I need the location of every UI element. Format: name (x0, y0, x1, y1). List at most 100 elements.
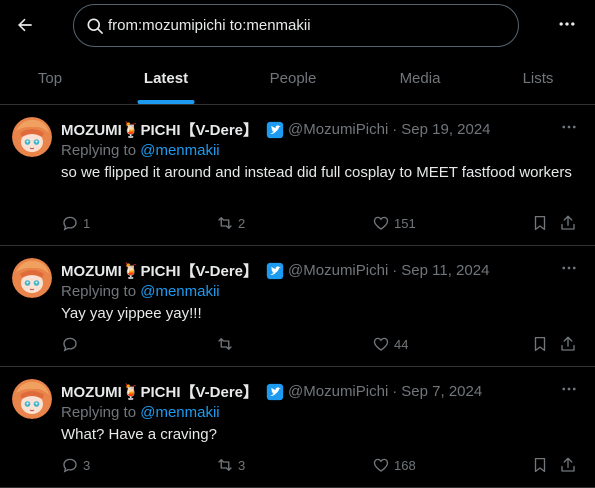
reply-icon (63, 216, 77, 231)
tab-lists[interactable]: Lists (490, 52, 586, 104)
like-button[interactable]: 168 (372, 455, 416, 475)
reply-count: 1 (83, 215, 91, 231)
tweet-header: MOZUMI🍹PICHI【V-Dere】 @MozumiPichi · Sep … (61, 260, 489, 281)
avatar[interactable] (12, 258, 52, 298)
verified-badge-icon (266, 383, 284, 400)
avatar-image (12, 117, 52, 157)
tab-media[interactable]: Media (360, 52, 480, 104)
verified-badge-icon (266, 262, 284, 279)
heart-icon (373, 337, 389, 351)
replying-to: Replying to @menmakii (61, 283, 220, 300)
display-name[interactable]: MOZUMI🍹PICHI【V-Dere】 (61, 260, 258, 281)
tweet-more-button[interactable] (557, 117, 581, 137)
reply-button[interactable]: 1 (61, 213, 90, 233)
active-tab-indicator (137, 100, 195, 104)
tweet-date[interactable]: Sep 7, 2024 (401, 383, 482, 400)
replying-to: Replying to @menmakii (61, 404, 220, 421)
tweet-text: Yay yay yippee yay!!! (61, 305, 202, 322)
more-horizontal-icon (562, 266, 576, 270)
repost-count: 3 (238, 457, 246, 473)
reply-icon (63, 337, 77, 352)
replying-to-link[interactable]: @menmakii (140, 142, 219, 159)
replying-to: Replying to @menmakii (61, 142, 220, 159)
more-horizontal-icon (562, 387, 576, 391)
tab-latest[interactable]: Latest (117, 52, 215, 104)
search-icon (87, 18, 103, 34)
top-bar: from:mozumipichi to:menmakii (0, 0, 595, 52)
tweet-date[interactable]: Sep 19, 2024 (401, 121, 490, 138)
share-button[interactable] (559, 334, 577, 354)
like-count: 168 (394, 457, 416, 473)
replying-to-link[interactable]: @menmakii (140, 283, 219, 300)
search-box[interactable]: from:mozumipichi to:menmakii (73, 4, 519, 47)
reply-count: 3 (83, 457, 91, 473)
tweet-date[interactable]: Sep 11, 2024 (401, 262, 489, 279)
tab-label: Media (399, 69, 441, 87)
more-options-button[interactable] (552, 9, 582, 39)
bookmark-icon (534, 457, 546, 473)
tab-label: Latest (143, 69, 189, 87)
tweet-more-button[interactable] (557, 258, 581, 278)
tab-label: Top (37, 69, 63, 87)
user-handle[interactable]: @MozumiPichi (288, 383, 388, 400)
tweet-header: MOZUMI🍹PICHI【V-Dere】 @MozumiPichi · Sep … (61, 119, 491, 140)
avatar[interactable] (12, 117, 52, 157)
repost-button[interactable]: 2 (216, 213, 245, 233)
share-button[interactable] (559, 455, 577, 475)
repost-button[interactable] (216, 334, 238, 354)
tweet-more-button[interactable] (557, 379, 581, 399)
tweet-header: MOZUMI🍹PICHI【V-Dere】 @MozumiPichi · Sep … (61, 381, 482, 402)
tweet-actions: 1 2 151 (61, 213, 581, 233)
bookmark-icon (534, 336, 546, 352)
repost-count: 2 (238, 215, 246, 231)
tab-label: People (269, 69, 317, 87)
separator-dot: · (392, 383, 398, 400)
user-handle[interactable]: @MozumiPichi (288, 262, 388, 279)
tab-people[interactable]: People (232, 52, 354, 104)
repost-icon (218, 338, 232, 350)
bookmark-icon (534, 215, 546, 231)
tweet[interactable]: MOZUMI🍹PICHI【V-Dere】 @MozumiPichi · Sep … (0, 105, 595, 246)
tweet[interactable]: MOZUMI🍹PICHI【V-Dere】 @MozumiPichi · Sep … (0, 367, 595, 488)
avatar-image (12, 379, 52, 419)
bookmark-button[interactable] (531, 455, 549, 475)
avatar-image (12, 258, 52, 298)
repost-button[interactable]: 3 (216, 455, 245, 475)
search-input[interactable]: from:mozumipichi to:menmakii (108, 17, 311, 34)
like-count: 151 (394, 215, 416, 231)
replying-prefix: Replying to (61, 404, 137, 421)
heart-icon (373, 458, 389, 472)
tab-label: Lists (522, 69, 554, 87)
search-tabs: Top Latest People Media Lists (0, 52, 595, 105)
more-horizontal-icon (562, 125, 576, 129)
repost-icon (218, 217, 232, 229)
separator-dot: · (392, 262, 398, 279)
reply-button[interactable]: 3 (61, 455, 90, 475)
display-name[interactable]: MOZUMI🍹PICHI【V-Dere】 (61, 119, 258, 140)
user-handle[interactable]: @MozumiPichi (288, 121, 388, 138)
back-button[interactable] (8, 8, 42, 42)
share-icon (561, 457, 575, 472)
tweet-actions: 44 (61, 334, 581, 354)
reply-button[interactable] (61, 334, 83, 354)
tweet-text: so we flipped it around and instead did … (61, 164, 572, 181)
replying-prefix: Replying to (61, 142, 137, 159)
avatar[interactable] (12, 379, 52, 419)
like-button[interactable]: 151 (372, 213, 416, 233)
share-icon (561, 336, 575, 351)
share-button[interactable] (559, 213, 577, 233)
share-icon (561, 215, 575, 230)
heart-icon (373, 216, 389, 230)
bookmark-button[interactable] (531, 213, 549, 233)
like-count: 44 (394, 336, 409, 352)
repost-icon (218, 459, 232, 471)
tweet[interactable]: MOZUMI🍹PICHI【V-Dere】 @MozumiPichi · Sep … (0, 246, 595, 367)
like-button[interactable]: 44 (372, 334, 408, 354)
reply-icon (63, 458, 77, 473)
replying-prefix: Replying to (61, 283, 137, 300)
more-horizontal-icon (559, 22, 575, 26)
bookmark-button[interactable] (531, 334, 549, 354)
replying-to-link[interactable]: @menmakii (140, 404, 219, 421)
tab-top[interactable]: Top (0, 52, 100, 104)
display-name[interactable]: MOZUMI🍹PICHI【V-Dere】 (61, 381, 258, 402)
